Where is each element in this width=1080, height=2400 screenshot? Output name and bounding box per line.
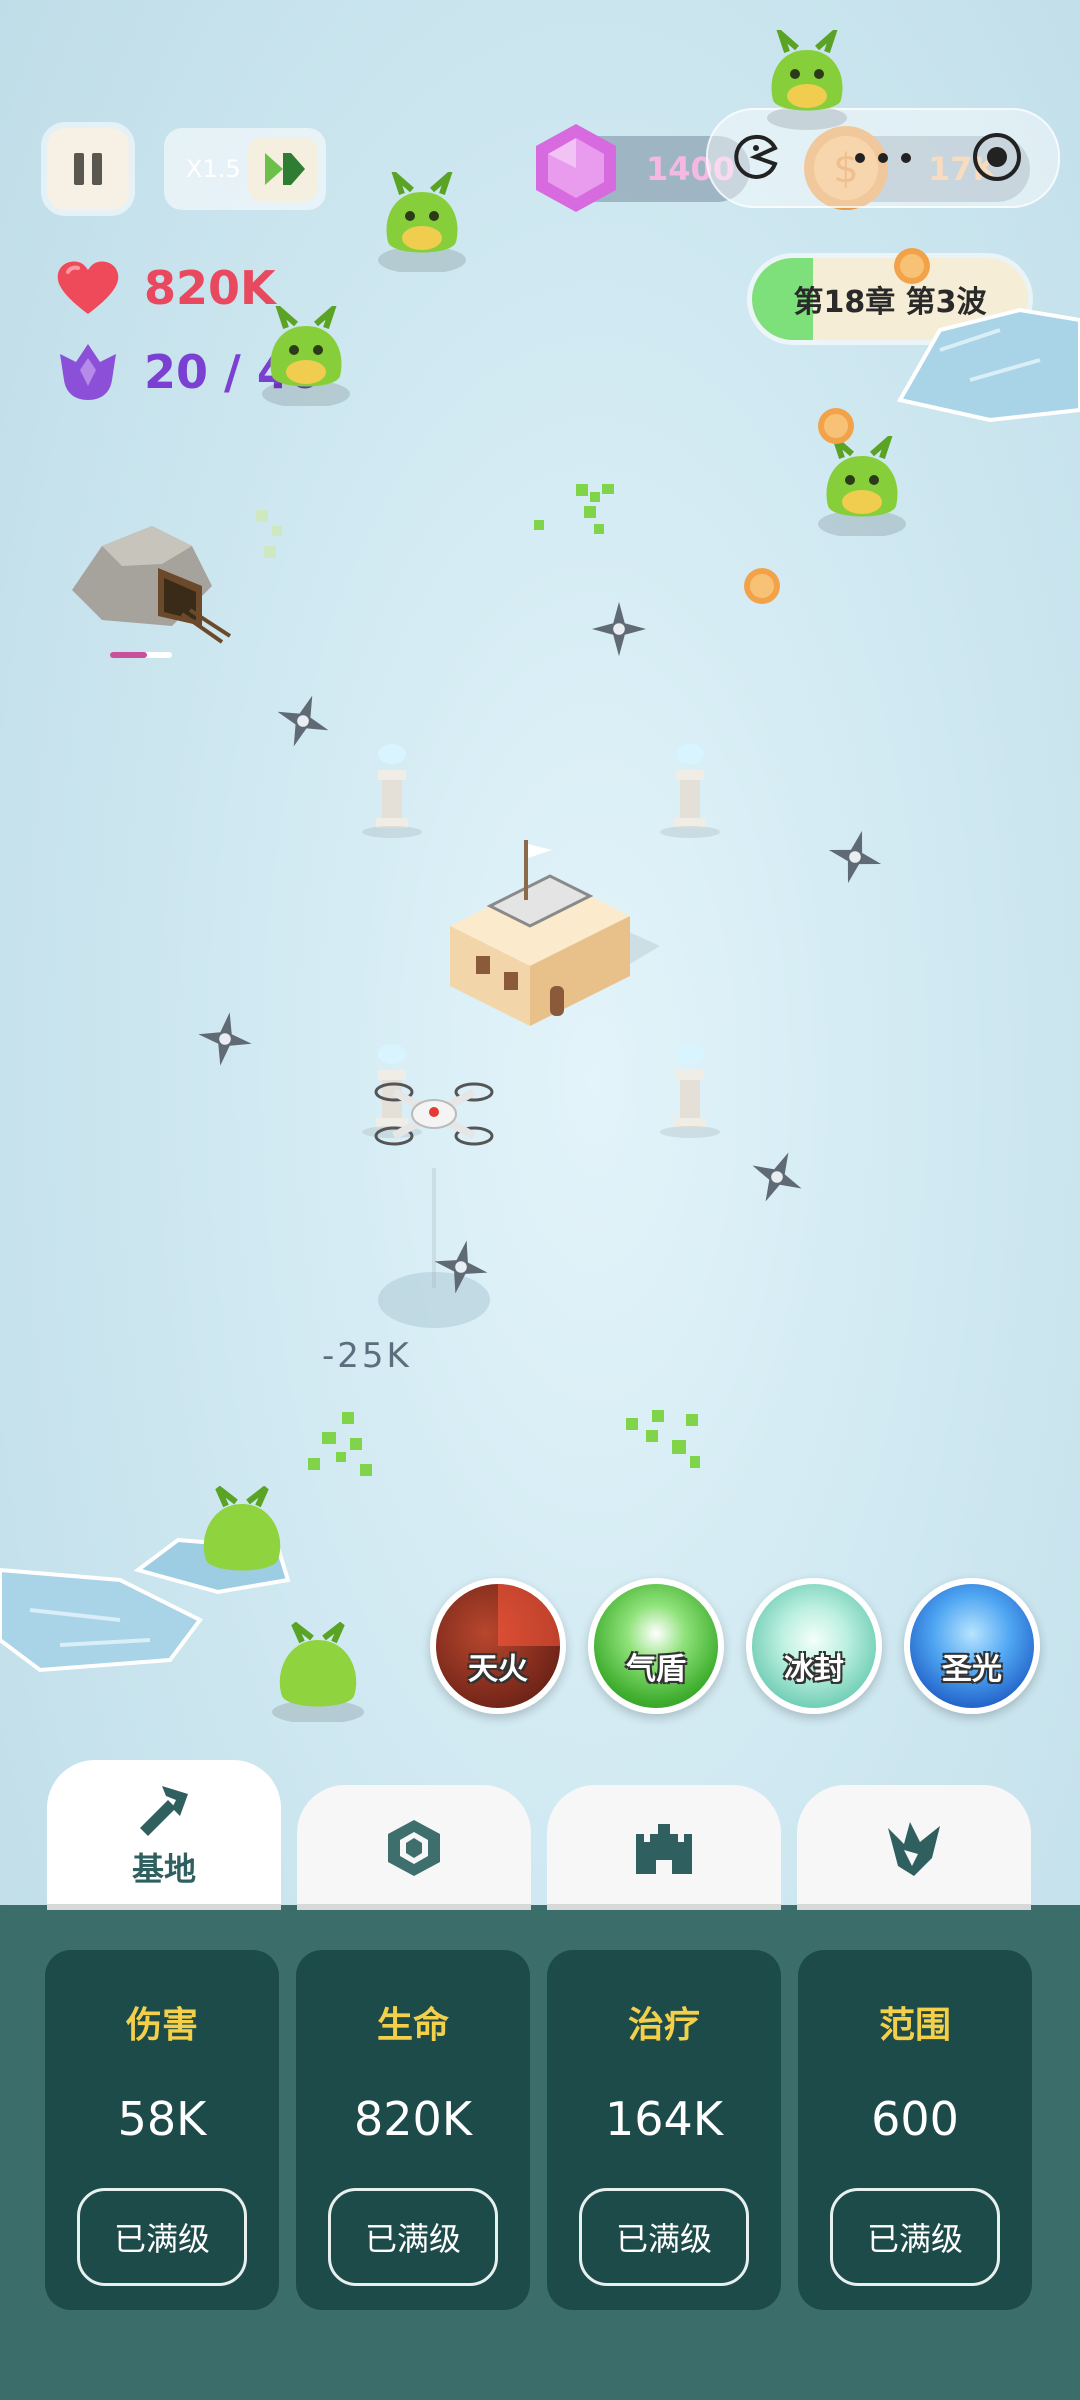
skill-air-shield[interactable]: 气盾 (588, 1578, 724, 1714)
gem-tab-icon (388, 1819, 440, 1876)
skill-label: 气盾 (626, 1652, 686, 1687)
skill-sky-fire[interactable]: 天火 (430, 1578, 566, 1714)
green-monster (767, 30, 847, 130)
skill-label: 冰封 (784, 1652, 844, 1687)
green-monster (272, 1622, 364, 1722)
shuriken (828, 830, 882, 884)
skill-label: 圣光 (942, 1652, 1002, 1687)
tab-base[interactable]: 基地 (47, 1760, 281, 1910)
upgrade-button[interactable]: 已满级 (77, 2188, 247, 2286)
green-monster (818, 436, 906, 536)
skill-ice-seal[interactable]: 冰封 (746, 1578, 882, 1714)
crystal-icon (888, 1821, 940, 1876)
tab-label: 基地 (131, 1850, 196, 1888)
hp-stat: 820K (54, 258, 276, 318)
shuriken (198, 1012, 252, 1066)
card-value: 820K (354, 2092, 472, 2146)
ice-floe (896, 307, 1080, 423)
base-building[interactable] (440, 836, 670, 1046)
coin-drop-icon (818, 408, 854, 444)
upgrade-button[interactable]: 已满级 (579, 2188, 749, 2286)
pillar (660, 744, 720, 838)
skill-label: 天火 (468, 1652, 528, 1687)
coin-drop-icon (894, 248, 930, 284)
card-health: 生命 820K 已满级 (296, 1950, 530, 2310)
pacman-icon[interactable] (730, 132, 780, 182)
more-icon[interactable] (848, 148, 918, 168)
shuriken (434, 1240, 488, 1294)
pause-button[interactable] (47, 128, 129, 210)
particle-effect (256, 510, 282, 558)
card-heal: 治疗 164K 已满级 (547, 1950, 781, 2310)
pillar (362, 744, 422, 838)
gem-icon (536, 124, 616, 212)
skill-holy-light[interactable]: 圣光 (904, 1578, 1040, 1714)
upgrade-button[interactable]: 已满级 (328, 2188, 498, 2286)
fast-forward-button[interactable] (248, 137, 318, 201)
card-damage: 伤害 58K 已满级 (45, 1950, 279, 2310)
tab-castle[interactable] (547, 1785, 781, 1910)
upgrade-button[interactable]: 已满级 (830, 2188, 1000, 2286)
particle-effect (626, 1410, 700, 1468)
card-range: 范围 600 已满级 (798, 1950, 1032, 2310)
green-monster (378, 172, 466, 272)
heart-icon (57, 261, 119, 314)
shuriken (752, 1152, 802, 1202)
damage-number: -25K (322, 1336, 412, 1376)
close-capsule-icon[interactable] (970, 130, 1024, 184)
lotus-icon (60, 344, 116, 400)
particle-effect (308, 1412, 372, 1476)
green-monster (262, 306, 350, 406)
particle-effect (534, 484, 614, 534)
card-title: 范围 (878, 2005, 951, 2046)
tab-crystal[interactable] (797, 1785, 1031, 1910)
green-monster (203, 1486, 281, 1571)
card-value: 600 (871, 2092, 959, 2146)
shuriken (591, 601, 647, 657)
fast-forward-icon (265, 153, 305, 185)
card-title: 生命 (376, 2005, 449, 2046)
pause-icon (74, 153, 102, 185)
card-title: 治疗 (627, 2005, 700, 2046)
card-title: 伤害 (125, 2005, 198, 2046)
drone (374, 1082, 494, 1146)
mine-building[interactable] (62, 516, 232, 656)
hammer-icon (140, 1786, 188, 1836)
coin-drop-icon (744, 568, 780, 604)
castle-icon (636, 1823, 692, 1874)
tab-gem[interactable] (297, 1785, 531, 1910)
speed-label: X1.5 (186, 155, 241, 183)
card-value: 58K (117, 2092, 207, 2146)
pillar (660, 1044, 720, 1138)
card-value: 164K (605, 2092, 723, 2146)
mine-progress (110, 652, 172, 658)
shuriken (277, 695, 329, 747)
speed-control[interactable]: X1.5 (164, 128, 326, 210)
